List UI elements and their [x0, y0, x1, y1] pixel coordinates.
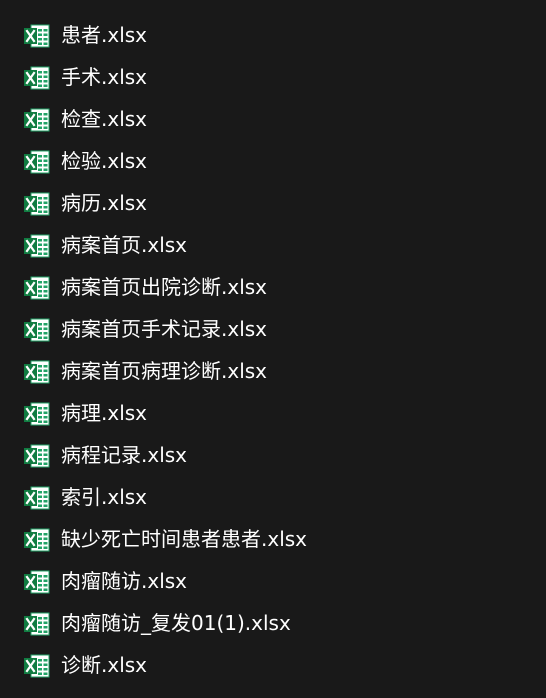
file-name: 肉瘤随访.xlsx — [61, 569, 188, 593]
file-list-item[interactable]: 患者.xlsx — [0, 15, 546, 57]
excel-file-icon — [24, 234, 50, 258]
file-name: 病案首页病理诊断.xlsx — [61, 359, 268, 383]
file-list-item[interactable]: 诊断.xlsx — [0, 645, 546, 687]
file-name: 诊断.xlsx — [61, 653, 148, 677]
file-name: 手术.xlsx — [61, 65, 148, 89]
excel-file-icon — [24, 486, 50, 510]
excel-file-icon — [24, 570, 50, 594]
excel-file-icon — [24, 402, 50, 426]
file-list-item[interactable]: 检查.xlsx — [0, 99, 546, 141]
excel-file-icon — [24, 444, 50, 468]
file-name: 病案首页.xlsx — [61, 233, 188, 257]
file-list-item[interactable]: 肉瘤随访.xlsx — [0, 561, 546, 603]
excel-file-icon — [24, 24, 50, 48]
excel-file-icon — [24, 108, 50, 132]
file-name: 病案首页出院诊断.xlsx — [61, 275, 268, 299]
excel-file-icon — [24, 192, 50, 216]
file-list-item[interactable]: 病理.xlsx — [0, 393, 546, 435]
file-list-item[interactable]: 肉瘤随访_复发01(1).xlsx — [0, 603, 546, 645]
excel-file-icon — [24, 276, 50, 300]
file-name: 肉瘤随访_复发01(1).xlsx — [61, 611, 291, 635]
file-list-item[interactable]: 病案首页手术记录.xlsx — [0, 309, 546, 351]
file-list-item[interactable]: 病程记录.xlsx — [0, 435, 546, 477]
file-name: 病程记录.xlsx — [61, 443, 188, 467]
excel-file-icon — [24, 150, 50, 174]
file-name: 检查.xlsx — [61, 107, 148, 131]
excel-file-icon — [24, 612, 50, 636]
excel-file-icon — [24, 66, 50, 90]
file-name: 患者.xlsx — [61, 23, 148, 47]
file-name: 病历.xlsx — [61, 191, 148, 215]
file-list-item[interactable]: 手术.xlsx — [0, 57, 546, 99]
file-list-item[interactable]: 病案首页病理诊断.xlsx — [0, 351, 546, 393]
file-name: 病案首页手术记录.xlsx — [61, 317, 268, 341]
file-name: 检验.xlsx — [61, 149, 148, 173]
file-list-item[interactable]: 缺少死亡时间患者患者.xlsx — [0, 519, 546, 561]
excel-file-icon — [24, 528, 50, 552]
file-name: 病理.xlsx — [61, 401, 148, 425]
excel-file-icon — [24, 318, 50, 342]
file-name: 索引.xlsx — [61, 485, 148, 509]
file-list-item[interactable]: 病案首页.xlsx — [0, 225, 546, 267]
file-list-item[interactable]: 病案首页出院诊断.xlsx — [0, 267, 546, 309]
file-list-item[interactable]: 病历.xlsx — [0, 183, 546, 225]
file-name: 缺少死亡时间患者患者.xlsx — [61, 527, 308, 551]
file-list-item[interactable]: 索引.xlsx — [0, 477, 546, 519]
file-list: 患者.xlsx 手术.xlsx 检查.xlsx 检验.xlsx 病历.xlsx … — [0, 15, 546, 687]
file-list-item[interactable]: 检验.xlsx — [0, 141, 546, 183]
excel-file-icon — [24, 360, 50, 384]
excel-file-icon — [24, 654, 50, 678]
